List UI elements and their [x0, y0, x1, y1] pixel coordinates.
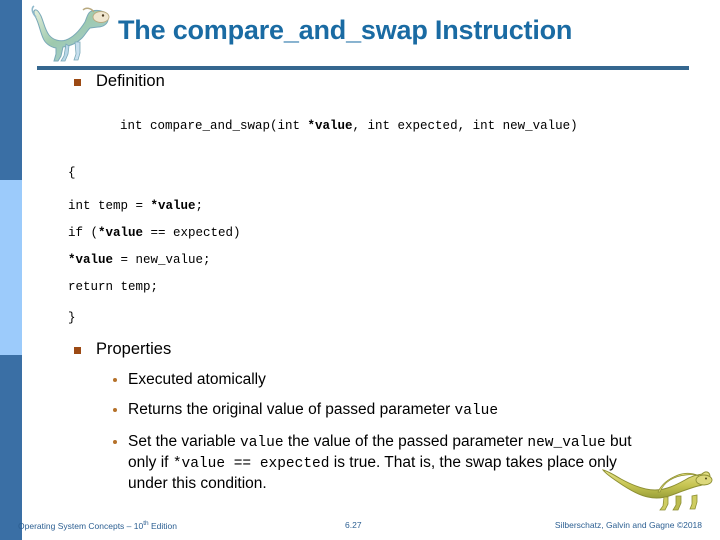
- square-bullet-icon: [74, 347, 81, 354]
- slide-footer: Operating System Concepts – 10th Edition…: [0, 512, 720, 540]
- property-list-item: Returns the original value of passed par…: [0, 400, 660, 421]
- footer-edition-text: Operating System Concepts – 10th Edition: [18, 520, 177, 531]
- code-l2-part1: if (: [68, 226, 99, 240]
- property-text-span: Executed atomically: [128, 371, 266, 388]
- footer-edition-prefix: Operating System Concepts – 10: [18, 520, 144, 531]
- code-l2-value-bold: *value: [98, 226, 144, 240]
- code-sig-part2: , int expected, int new_value): [352, 119, 578, 133]
- code-l1-part2: ;: [195, 199, 204, 213]
- code-line-open-brace: {: [68, 166, 76, 180]
- property-text-span: Set the variable: [128, 432, 241, 450]
- code-sig-value-bold: *value: [307, 119, 353, 133]
- code-l2-part2: == expected): [143, 226, 241, 240]
- page-title: The compare_and_swap Instruction: [118, 15, 573, 45]
- code-line-close-brace: }: [68, 311, 76, 325]
- code-sig-part1: int compare_and_swap(int: [120, 119, 308, 133]
- dinosaur-footer-icon: [601, 452, 714, 514]
- code-line-if: if (*value == expected): [68, 227, 241, 240]
- dot-bullet-icon: [113, 378, 117, 382]
- square-bullet-icon: [74, 79, 81, 86]
- code-line-return: return temp;: [68, 280, 159, 294]
- dot-bullet-icon: [113, 408, 117, 413]
- slide-content: Definition int compare_and_swap(int *val…: [0, 72, 720, 512]
- footer-page-number: 6.27: [345, 520, 362, 530]
- properties-list: Executed atomically Returns the original …: [0, 370, 660, 504]
- property-code-span: value: [454, 403, 499, 420]
- code-l1-part1: int temp =: [68, 199, 151, 213]
- property-code-span: value: [240, 434, 284, 451]
- dinosaur-logo-icon: [30, 4, 114, 66]
- property-list-item: Set the variable value the value of the …: [0, 432, 660, 495]
- code-l3-part2: = new_value;: [113, 253, 211, 267]
- definition-heading-label: Definition: [96, 72, 165, 90]
- property-list-item: Executed atomically: [0, 370, 660, 390]
- definition-heading-row: Definition: [0, 72, 720, 92]
- footer-copyright: Silberschatz, Galvin and Gagne ©2018: [554, 520, 702, 530]
- properties-heading-row: Properties: [0, 340, 720, 360]
- footer-edition-suffix: Edition: [148, 520, 177, 531]
- code-l3-value-bold: *value: [68, 253, 114, 267]
- code-line-assign-new-value: *value = new_value;: [68, 254, 211, 267]
- code-l1-value-bold: *value: [150, 199, 196, 213]
- slide-header: The compare_and_swap Instruction: [0, 0, 720, 72]
- code-line-signature: int compare_and_swap(int *value, int exp…: [68, 120, 628, 133]
- title-divider: [37, 66, 689, 70]
- dot-bullet-icon: [113, 439, 117, 444]
- property-text-span: the value of the passed parameter: [283, 432, 528, 450]
- properties-heading-label: Properties: [96, 340, 172, 358]
- slide: The compare_and_swap Instruction Definit…: [0, 0, 720, 540]
- code-line-temp-assign: int temp = *value;: [68, 200, 203, 213]
- property-code-span: *value == expected: [172, 455, 330, 472]
- property-text-span: Returns the original value of passed par…: [128, 401, 455, 419]
- property-code-span: new_value: [527, 434, 606, 451]
